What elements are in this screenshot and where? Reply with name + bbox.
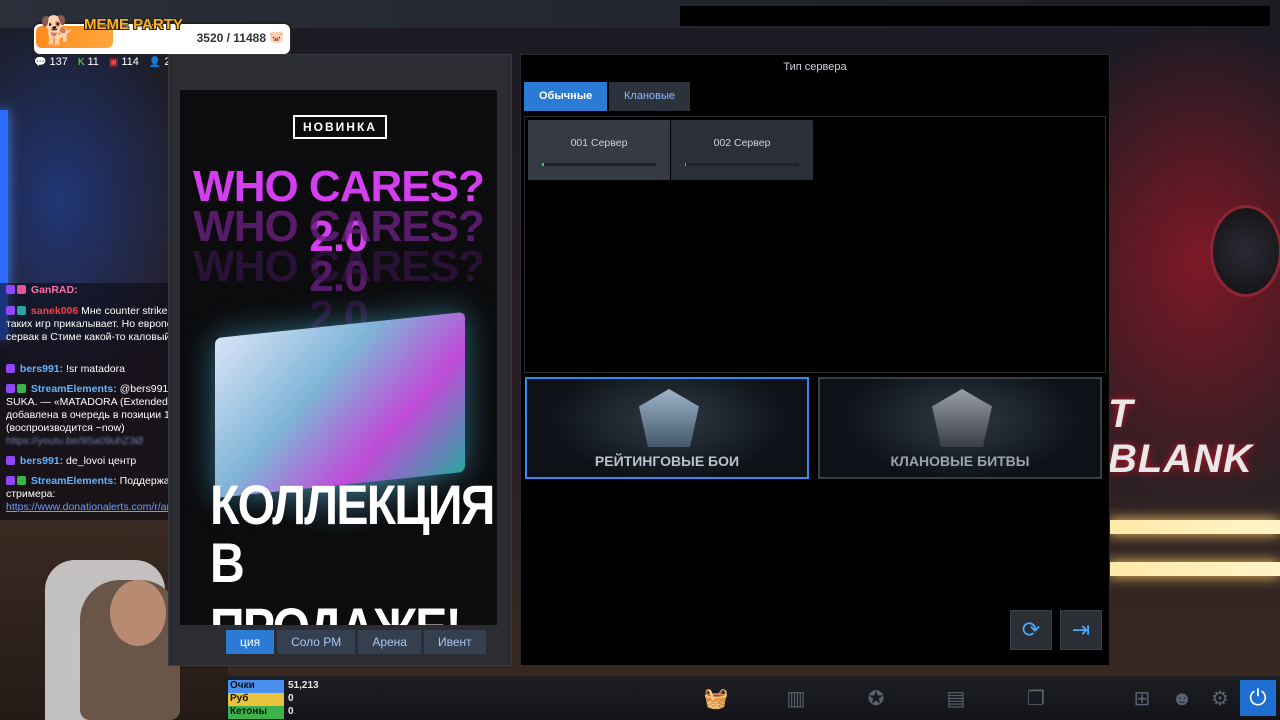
streamer-head — [110, 580, 166, 646]
tab-mode-collection[interactable]: ция — [226, 630, 275, 654]
tab-solo-pm[interactable]: Соло PM — [277, 630, 356, 654]
server-name: 002 Сервер — [713, 137, 771, 149]
pig-icon: 🐷 — [269, 30, 284, 44]
currency-value: 0 — [288, 706, 294, 717]
currency-name: Руб — [228, 693, 284, 706]
battle-label: РЕЙТИНГОВЫЕ БОИ — [594, 453, 740, 469]
cards-icon[interactable]: ❐ — [1020, 683, 1052, 715]
background-emblem — [1210, 205, 1280, 297]
ranked-battles-button[interactable]: РЕЙТИНГОВЫЕ БОИ — [525, 377, 809, 479]
power-icon: ⏻ — [1249, 685, 1267, 710]
enter-server-button[interactable]: ⇥ — [1060, 610, 1102, 650]
clan-star-icon — [932, 389, 992, 447]
tab-event[interactable]: Ивент — [423, 630, 486, 654]
goal-progress: 3520 / 11488 — [196, 31, 266, 45]
chat-icon: 💬 — [34, 56, 47, 68]
tab-clan-servers[interactable]: Клановые — [609, 82, 691, 111]
currency-row: Кетоны 0 — [228, 706, 319, 719]
friends-icon[interactable]: ☻ — [1166, 683, 1198, 715]
battle-label: КЛАНОВЫЕ БИТВЫ — [890, 453, 1030, 469]
neon-light-right-2 — [1108, 562, 1280, 576]
stat-kick: K 11 — [78, 56, 99, 68]
currency-name: Кетоны — [228, 706, 284, 719]
badge-icon — [17, 306, 26, 315]
server-panel-title: Тип сервера — [783, 61, 847, 73]
bottom-nav: 🧺 ▥ ✪ ▤ ❐ — [700, 683, 1052, 715]
server-card-002[interactable]: 002 Сервер — [671, 120, 813, 180]
settings-icon[interactable]: ⚙ — [1204, 683, 1236, 715]
stat-vk-value: 114 — [121, 56, 139, 68]
chat-username: bers991: — [19, 455, 64, 467]
clan-icon[interactable]: ✪ — [860, 683, 892, 715]
inventory-icon[interactable]: ▥ — [780, 683, 812, 715]
server-load-fill — [685, 163, 687, 166]
power-button[interactable]: ⏻ — [1240, 680, 1276, 716]
promo-badge: НОВИНКА — [293, 115, 387, 139]
goal-bar: 🐕 MEME PARTY 3520 / 11488 🐷 — [32, 15, 292, 56]
chat-username: GanRAD: — [30, 284, 78, 296]
tab-regular-servers[interactable]: Обычные — [524, 82, 608, 111]
weapon-case-image — [215, 311, 465, 499]
enter-icon: ⇥ — [1071, 617, 1091, 642]
doge-icon: 🐕 — [40, 15, 75, 46]
server-load-bar — [685, 163, 799, 166]
stat-chat-value: 137 — [49, 56, 68, 68]
badge-icon — [6, 306, 15, 315]
chat-username: bers991: — [19, 363, 64, 375]
promo-banner[interactable]: НОВИНКА WHO CARES? 2.0 WHO CARES? 2.0 WH… — [180, 90, 497, 625]
badge-icon — [6, 476, 15, 485]
stat-vk: ▣ 114 — [109, 56, 139, 68]
top-black-bar — [680, 6, 1270, 26]
mod-icon — [17, 476, 26, 485]
server-card-001[interactable]: 001 Сервер — [528, 120, 670, 180]
refresh-icon: ⟳ — [1021, 617, 1041, 642]
viewers-icon: 👤 — [148, 56, 162, 68]
vk-icon: ▣ — [108, 56, 119, 68]
server-name: 001 Сервер — [570, 137, 628, 149]
stat-kick-value: 11 — [87, 56, 99, 68]
stream-stats: 💬137 K11 ▣114 👤262 — [34, 56, 183, 68]
server-load-bar — [542, 163, 656, 166]
profile-icon[interactable]: ▤ — [940, 683, 972, 715]
currency-name: Очки — [228, 680, 284, 693]
badge-icon — [6, 285, 15, 294]
currency-row: Очки 51,213 — [228, 680, 319, 693]
currency-table: Очки 51,213 Руб 0 Кетоны 0 — [228, 680, 319, 719]
chat-username: sanek006 — [30, 305, 79, 317]
neon-light-right-1 — [1108, 520, 1280, 534]
chat-text: de_lovoi центр — [66, 455, 137, 467]
promo-line-1: КОЛЛЕКЦИЯ — [210, 473, 495, 536]
badge-icon — [6, 384, 15, 393]
chat-username: StreamElements: — [30, 475, 117, 487]
ranked-star-icon — [639, 389, 699, 447]
goal-title: MEME PARTY — [84, 16, 183, 33]
currency-value: 0 — [288, 693, 294, 704]
currency-row: Руб 0 — [228, 693, 319, 706]
badge-icon — [6, 456, 15, 465]
refresh-button[interactable]: ⟳ — [1010, 610, 1052, 650]
heart-icon — [17, 285, 26, 294]
gift-icon[interactable]: ⊞ — [1126, 683, 1158, 715]
currency-value: 51,213 — [288, 680, 319, 691]
shop-icon[interactable]: 🧺 — [700, 683, 732, 715]
mode-tabs: ция Соло PM Арена Ивент — [226, 630, 486, 654]
promo-line-2: В ПРОДАЖЕ! — [210, 531, 462, 625]
server-load-fill — [542, 163, 545, 166]
badge-icon — [6, 364, 15, 373]
chat-text: !sr matadora — [66, 363, 125, 375]
tab-arena[interactable]: Арена — [358, 630, 421, 654]
kick-icon: K — [77, 56, 85, 68]
clan-battles-button[interactable]: КЛАНОВЫЕ БИТВЫ — [818, 377, 1102, 479]
mod-icon — [17, 384, 26, 393]
background-logo-text: T BLANK — [1108, 392, 1253, 481]
chat-username: StreamElements: — [30, 383, 117, 395]
stat-chat: 💬 137 — [34, 56, 68, 68]
